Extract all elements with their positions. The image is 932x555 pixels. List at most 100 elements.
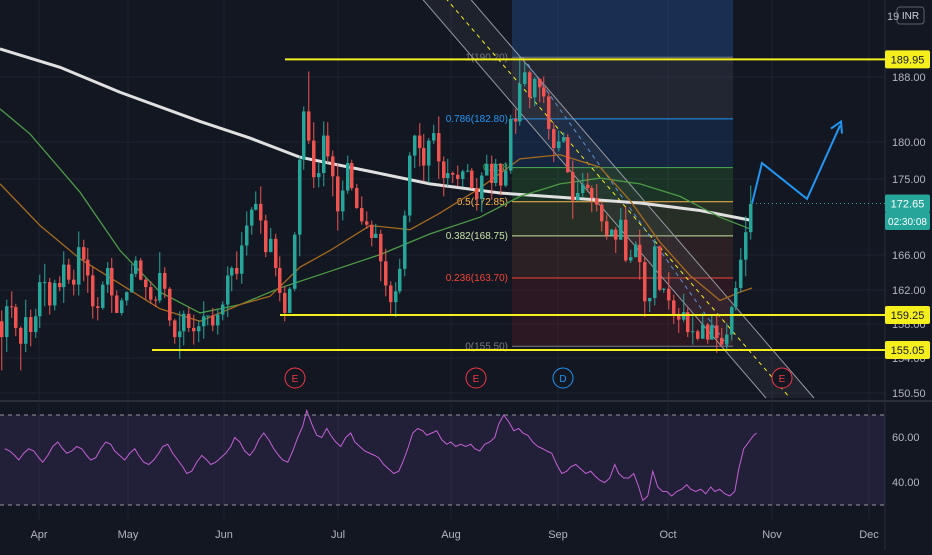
event-marker[interactable]: D xyxy=(552,367,574,389)
candle-body xyxy=(278,267,282,293)
candle-body xyxy=(557,141,561,149)
candle-body xyxy=(394,291,398,303)
candle-body xyxy=(86,259,90,276)
candle-body xyxy=(720,337,724,345)
y-tick-label: 150.50 xyxy=(892,388,926,400)
candle-body xyxy=(667,288,671,301)
candle-body xyxy=(106,267,110,285)
candle-body xyxy=(422,148,426,166)
candle-body xyxy=(264,220,268,253)
candle-body xyxy=(288,288,292,313)
event-marker[interactable]: E xyxy=(771,367,793,389)
candle-body xyxy=(19,327,23,344)
candle-body xyxy=(235,267,239,274)
candle-body xyxy=(226,275,230,305)
price-badge-label: 159.25 xyxy=(891,310,925,322)
candle-body xyxy=(566,137,570,173)
candle-body xyxy=(648,297,652,302)
candle-body xyxy=(749,203,753,233)
x-tick-label: Dec xyxy=(859,529,879,541)
price-badge: 159.25 xyxy=(885,306,930,325)
rsi-y-tick-label: 60.00 xyxy=(892,432,920,444)
candle-body xyxy=(302,111,306,160)
price-badge-label: 189.95 xyxy=(891,54,925,66)
candle-body xyxy=(384,261,388,286)
candle-body xyxy=(610,229,614,236)
candle-body xyxy=(734,287,738,308)
chart-canvas[interactable]: 1(190.20)0.786(182.80)0.6180.5(172.85)0.… xyxy=(0,0,932,550)
candle xyxy=(288,287,292,313)
candle-body xyxy=(600,204,604,222)
candle-body xyxy=(58,282,62,288)
candle-body xyxy=(168,288,172,321)
candle-body xyxy=(34,316,38,333)
candle-body xyxy=(298,159,302,235)
event-marker[interactable]: E xyxy=(284,367,306,389)
candle-body xyxy=(178,331,182,338)
candle xyxy=(403,210,407,277)
fib-level-label: 0.382(168.75) xyxy=(446,231,508,242)
candle xyxy=(509,114,513,174)
candle-body xyxy=(29,317,33,333)
candle-body xyxy=(346,163,350,191)
candle xyxy=(350,159,354,191)
candle-body xyxy=(490,163,494,184)
price-badge: 189.95 xyxy=(885,50,930,69)
currency-badge[interactable]: INR xyxy=(896,6,925,25)
price-badge-label: 155.05 xyxy=(891,345,925,357)
candle-body xyxy=(221,304,225,315)
candle-body xyxy=(350,163,354,189)
candle-body xyxy=(538,78,542,88)
chart[interactable]: 1(190.20)0.786(182.80)0.6180.5(172.85)0.… xyxy=(0,0,932,550)
candle-body xyxy=(211,315,215,326)
y-tick-label: 166.00 xyxy=(892,250,926,262)
candle-body xyxy=(144,279,148,288)
candle-body xyxy=(571,172,575,201)
candle xyxy=(408,152,412,223)
candle-body xyxy=(322,135,326,174)
candle-body xyxy=(523,72,527,84)
candle-body xyxy=(514,118,518,122)
candle-body xyxy=(653,246,657,298)
candle-body xyxy=(595,198,599,205)
event-marker-label: D xyxy=(559,374,566,385)
candle-body xyxy=(67,264,71,280)
candle-body xyxy=(110,267,114,296)
candle-body xyxy=(341,190,345,212)
candle-body xyxy=(518,83,522,122)
candle-body xyxy=(446,173,450,179)
candle-body xyxy=(274,238,278,268)
candle xyxy=(139,257,143,281)
event-marker-label: E xyxy=(473,374,480,385)
candle-body xyxy=(10,306,14,308)
candle-body xyxy=(312,140,316,178)
candle-body xyxy=(82,247,86,260)
price-badge: 155.05 xyxy=(885,341,930,359)
candle-body xyxy=(163,272,167,289)
y-tick-label: 180.00 xyxy=(892,137,926,149)
event-marker[interactable]: E xyxy=(465,367,487,389)
candle-body xyxy=(240,245,244,274)
candle-body xyxy=(62,264,66,288)
candle-body xyxy=(374,233,378,239)
fib-zone-top xyxy=(512,0,733,58)
y-tick-label: 175.00 xyxy=(892,174,926,186)
candle-body xyxy=(744,232,748,260)
candle xyxy=(293,232,297,292)
x-tick-label: Jun xyxy=(215,529,233,541)
candle-body xyxy=(197,326,201,332)
rsi-y-tick-label: 40.00 xyxy=(892,477,920,489)
candle-body xyxy=(533,78,537,98)
candle-body xyxy=(485,163,489,176)
candle xyxy=(566,133,570,174)
candle-body xyxy=(360,208,364,222)
candle-body xyxy=(149,287,153,300)
candle-body xyxy=(408,155,412,216)
candle-body xyxy=(691,331,695,333)
candle-body xyxy=(451,173,455,175)
candle-body xyxy=(470,170,474,189)
candle xyxy=(470,168,474,189)
candle-body xyxy=(662,288,666,290)
candle-body xyxy=(638,244,642,263)
rsi-band-fill xyxy=(0,415,885,505)
